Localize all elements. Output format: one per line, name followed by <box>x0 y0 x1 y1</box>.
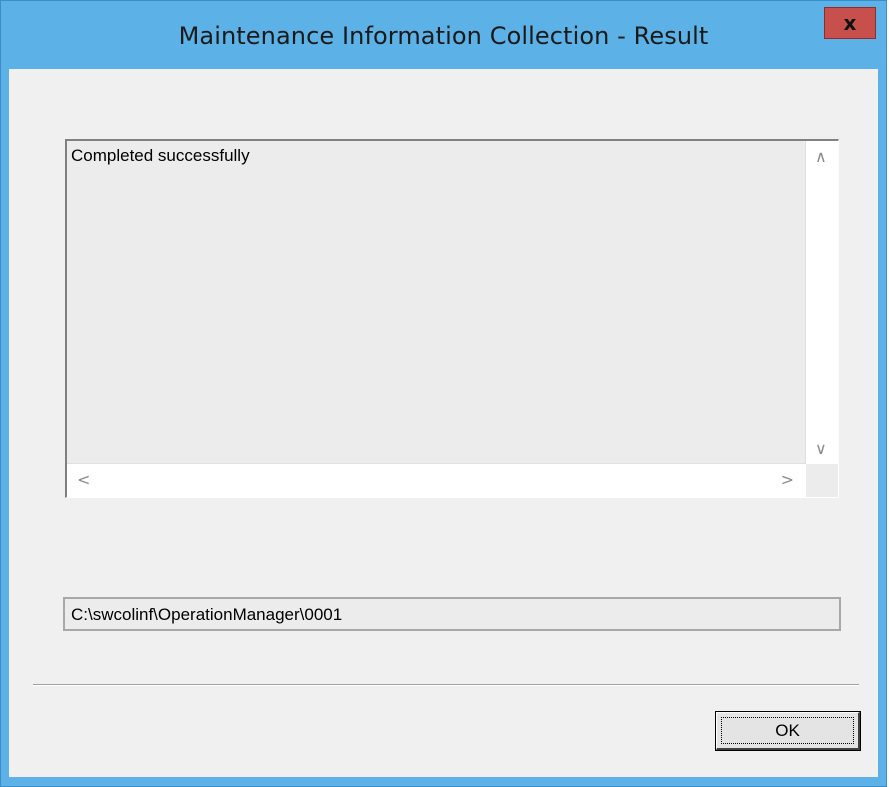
scroll-down-icon[interactable]: ∨ <box>815 439 827 458</box>
output-path-field[interactable]: C:\swcolinf\OperationManager\0001 <box>63 597 841 631</box>
result-text-area[interactable]: Completed successfully ∧ ∨ < > <box>65 139 839 498</box>
close-button[interactable]: x <box>824 7 876 39</box>
horizontal-scrollbar[interactable]: < > <box>67 463 806 497</box>
divider <box>33 684 859 686</box>
scroll-left-icon[interactable]: < <box>77 470 90 489</box>
dialog-client-area: Completed successfully ∧ ∨ < > C:\swcoli… <box>9 69 878 777</box>
window-title: Maintenance Information Collection - Res… <box>178 22 709 50</box>
scroll-right-icon[interactable]: > <box>781 470 794 489</box>
scroll-up-icon[interactable]: ∧ <box>815 147 827 166</box>
close-icon: x <box>843 11 857 35</box>
output-path-value: C:\swcolinf\OperationManager\0001 <box>71 605 343 624</box>
scrollbar-corner <box>806 464 838 497</box>
result-message: Completed successfully <box>71 146 250 165</box>
title-bar[interactable]: Maintenance Information Collection - Res… <box>1 1 886 50</box>
ok-button-label: OK <box>721 717 854 744</box>
ok-button[interactable]: OK <box>715 711 861 751</box>
vertical-scrollbar[interactable]: ∧ ∨ <box>805 141 838 464</box>
dialog-window: Maintenance Information Collection - Res… <box>0 0 887 787</box>
